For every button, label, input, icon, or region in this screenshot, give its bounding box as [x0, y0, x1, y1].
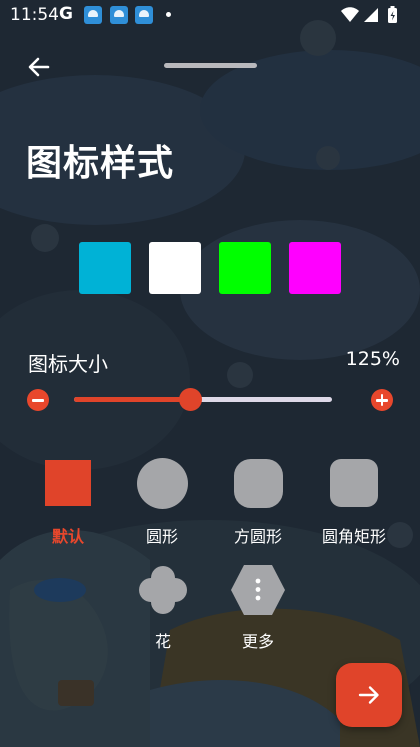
shape-label-rounded-rect[interactable]: 圆角矩形 [322, 523, 386, 547]
arrow-left-icon [28, 57, 50, 77]
minus-circle-icon [32, 399, 44, 402]
icon-size-slider[interactable] [74, 388, 332, 411]
app-notification-icon [135, 6, 153, 24]
shape-label-more[interactable]: 更多 [242, 628, 274, 652]
status-time: 11:54 [10, 5, 59, 25]
arrow-right-icon [358, 686, 379, 704]
color-swatches [79, 242, 343, 296]
slider-thumb[interactable] [178, 388, 202, 411]
shape-label-default[interactable]: 默认 [52, 523, 84, 547]
shape-rounded-rect-option[interactable] [330, 459, 378, 507]
dot-icon [166, 12, 171, 17]
decrease-size-button[interactable] [27, 389, 49, 411]
increase-size-button[interactable] [371, 389, 393, 411]
status-right-icons [341, 6, 397, 23]
app-notification-icon [84, 6, 102, 24]
shape-circle-option[interactable] [137, 458, 188, 509]
page-title: 图标样式 [26, 143, 175, 184]
status-bar: 11:54 G [0, 0, 420, 30]
color-swatch[interactable] [219, 242, 271, 294]
shape-label-flower[interactable]: 花 [155, 628, 171, 652]
icon-size-label: 图标大小 [28, 352, 108, 376]
shape-more-option[interactable] [230, 564, 286, 616]
shape-label-circle[interactable]: 圆形 [146, 523, 178, 547]
google-g-icon: G [59, 4, 73, 24]
shape-flower-option[interactable] [135, 562, 191, 618]
color-swatch[interactable] [289, 242, 341, 294]
app-notification-icon [110, 6, 128, 24]
signal-icon [364, 8, 378, 22]
shape-default-option[interactable] [45, 460, 91, 506]
icon-size-value: 125% [345, 348, 400, 370]
drag-handle-icon[interactable] [164, 63, 257, 68]
shape-label-squircle[interactable]: 方圆形 [234, 523, 282, 547]
battery-charging-icon [388, 6, 397, 23]
back-button[interactable] [22, 50, 56, 84]
color-swatch[interactable] [149, 242, 201, 294]
slider-fill [74, 397, 191, 402]
shape-squircle-option[interactable] [234, 459, 283, 508]
next-button[interactable] [336, 663, 402, 727]
wifi-icon [341, 7, 359, 22]
color-swatch[interactable] [79, 242, 131, 294]
more-vertical-icon [255, 578, 261, 601]
